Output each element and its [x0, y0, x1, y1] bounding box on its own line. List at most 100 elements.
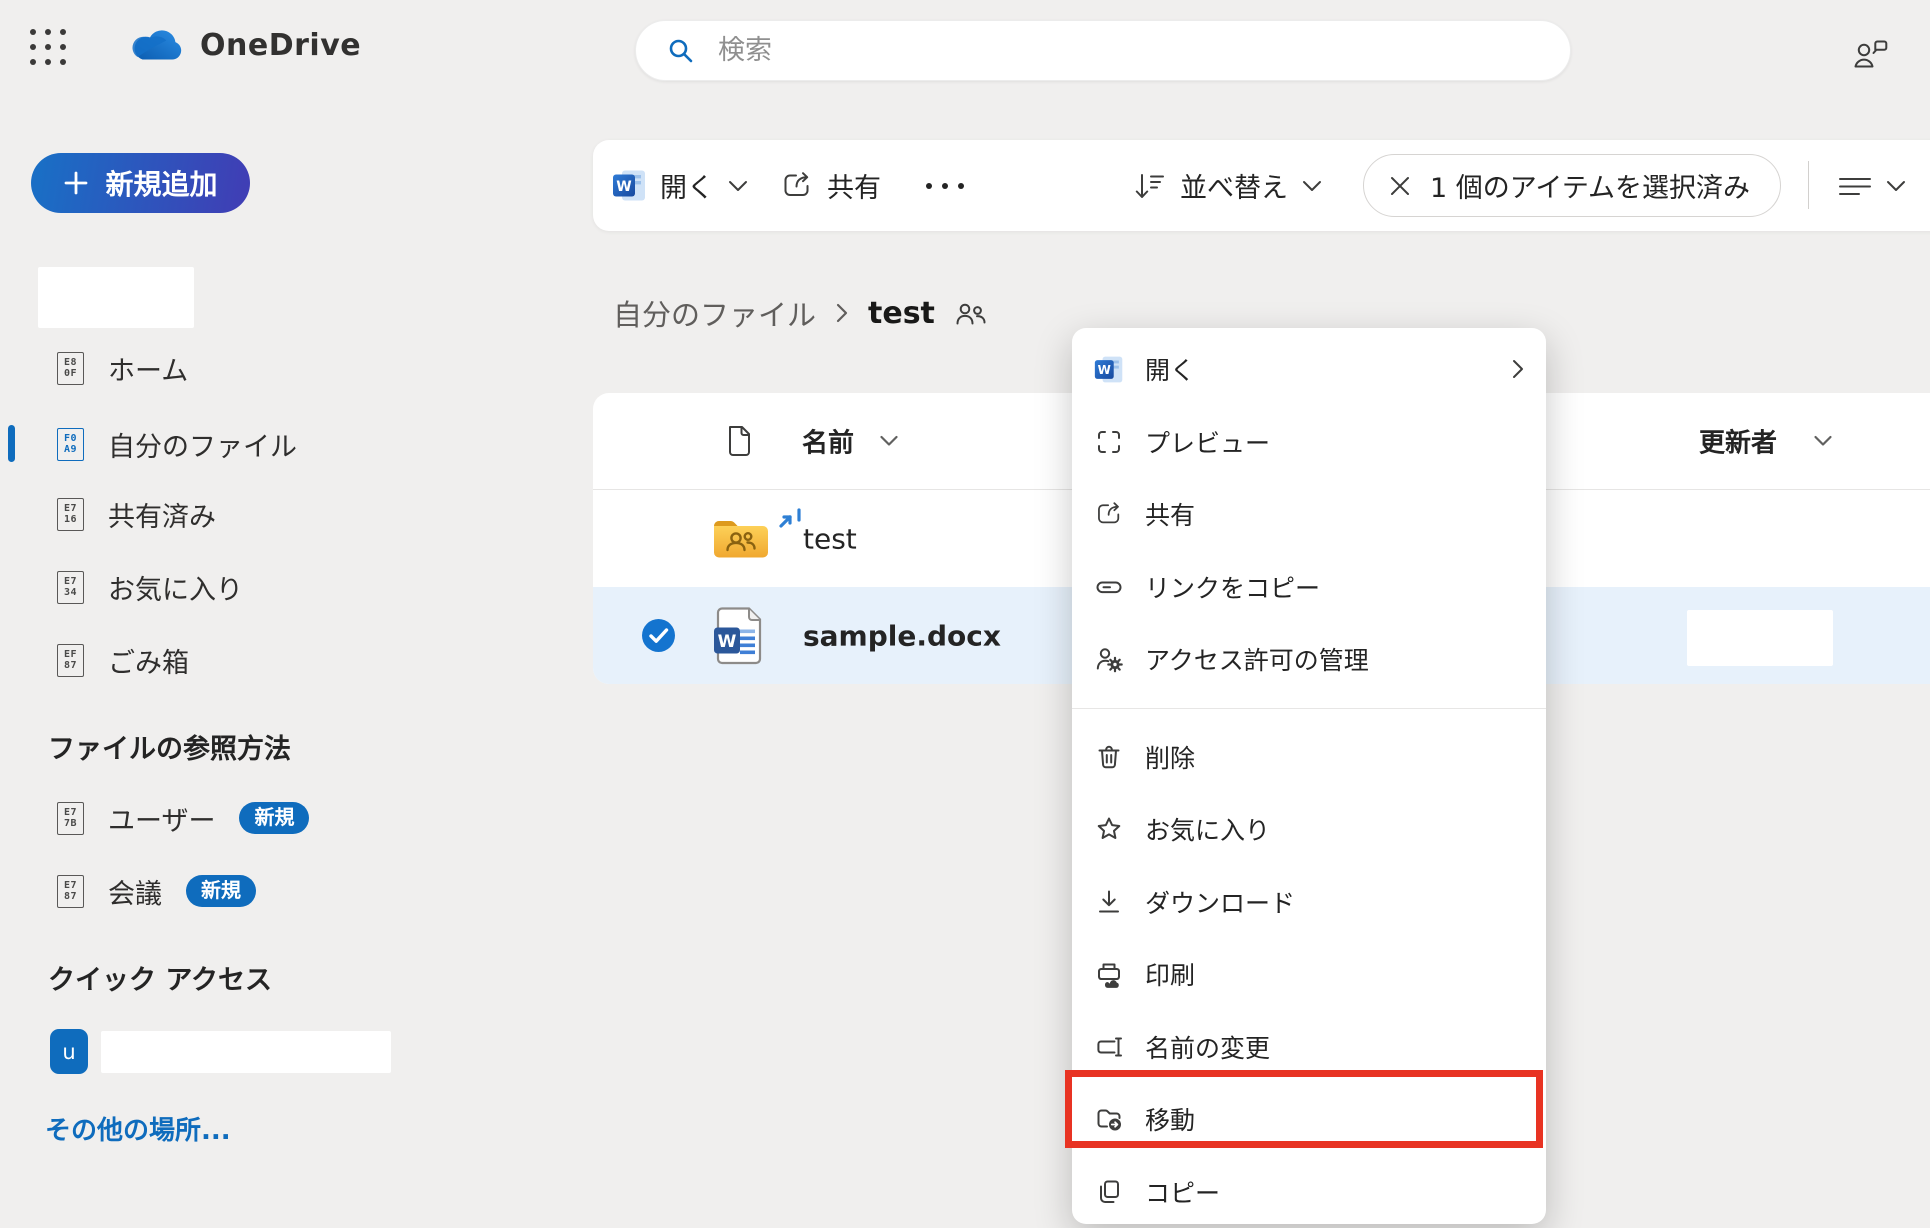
shared-icon: E716: [57, 498, 84, 531]
search-icon: [666, 36, 696, 66]
menu-item-label: 開く: [1145, 351, 1195, 387]
menu-item-copy[interactable]: コピー: [1072, 1156, 1546, 1228]
menu-item-preview[interactable]: プレビュー: [1072, 406, 1546, 479]
more-commands-button[interactable]: [923, 140, 967, 231]
sidebar-item-home[interactable]: E80F ホーム: [57, 346, 188, 390]
app-title: OneDrive: [200, 28, 361, 63]
sidebar-item-shared[interactable]: E716 共有済み: [57, 492, 216, 536]
menu-item-label: プレビュー: [1145, 424, 1270, 460]
menu-item-open[interactable]: W 開く: [1072, 333, 1546, 406]
delete-icon: [1094, 743, 1124, 771]
sort-button[interactable]: 並べ替え: [1133, 140, 1323, 231]
manage-access-icon: [1094, 645, 1124, 673]
download-icon: [1094, 888, 1124, 916]
site-initial: u: [62, 1040, 75, 1064]
menu-item-label: 印刷: [1145, 956, 1195, 992]
menu-item-label: リンクをコピー: [1145, 569, 1320, 605]
toolbar-divider: [1808, 161, 1809, 209]
move-to-folder-icon: [1094, 1105, 1124, 1133]
open-button[interactable]: W 開く: [612, 140, 749, 231]
shared-people-icon: [955, 300, 989, 327]
menu-item-copy-link[interactable]: リンクをコピー: [1072, 551, 1546, 624]
breadcrumb-parent[interactable]: 自分のファイル: [613, 292, 816, 334]
chevron-down-icon: [1885, 179, 1907, 193]
onedrive-cloud-icon: [128, 26, 186, 64]
sidebar-item-label: ホーム: [108, 349, 188, 388]
sidebar-item-label: ユーザー: [108, 799, 215, 838]
app-launcher-icon[interactable]: [26, 25, 70, 69]
document-column-icon: [726, 425, 753, 458]
word-document-icon: W: [709, 606, 768, 666]
selected-check-icon[interactable]: [641, 618, 676, 653]
favorites-icon: E734: [57, 571, 84, 604]
chevron-down-icon: [879, 435, 899, 448]
word-icon: W: [1094, 355, 1124, 384]
column-header-modified-by[interactable]: 更新者: [1699, 423, 1777, 460]
sidebar-item-people[interactable]: E77B ユーザー 新規: [57, 796, 309, 840]
link-icon: [1094, 573, 1124, 601]
quick-access-heading: クイック アクセス: [48, 958, 272, 997]
print-icon: [1094, 960, 1124, 988]
menu-item-label: アクセス許可の管理: [1145, 641, 1369, 677]
copy-icon: [1094, 1178, 1124, 1206]
new-badge: 新規: [186, 875, 256, 907]
rename-icon: [1094, 1033, 1124, 1061]
breadcrumb-current[interactable]: test: [868, 296, 935, 331]
person-feedback-icon[interactable]: [1846, 30, 1894, 78]
menu-item-favorite[interactable]: お気に入り: [1072, 793, 1546, 866]
preview-icon: [1094, 428, 1124, 456]
sort-icon: [1133, 170, 1167, 202]
redacted-modified-by: [1687, 610, 1833, 666]
home-icon: E80F: [57, 352, 84, 385]
share-button[interactable]: 共有: [781, 140, 881, 231]
svg-text:W: W: [616, 179, 631, 195]
sidebar-item-label: 共有済み: [108, 495, 216, 534]
menu-item-delete[interactable]: 削除: [1072, 721, 1546, 794]
chevron-right-icon: [834, 301, 850, 325]
view-options-button[interactable]: [1838, 140, 1907, 231]
shared-folder-icon: [712, 517, 770, 560]
breadcrumb: 自分のファイル test: [613, 290, 989, 336]
submenu-chevron-icon: [1510, 358, 1526, 380]
add-new-button[interactable]: 新規追加: [31, 153, 250, 213]
menu-item-share[interactable]: 共有: [1072, 478, 1546, 551]
menu-item-print[interactable]: 印刷: [1072, 938, 1546, 1011]
recycle-bin-icon: EF87: [57, 644, 84, 677]
menu-item-rename[interactable]: 名前の変更: [1072, 1011, 1546, 1084]
menu-item-label: ダウンロード: [1145, 884, 1295, 920]
share-icon: [1094, 500, 1124, 528]
quick-access-site-tile[interactable]: u: [50, 1029, 88, 1074]
sidebar-item-label: 自分のファイル: [108, 425, 297, 464]
sidebar-item-favorites[interactable]: E734 お気に入り: [57, 565, 243, 609]
menu-item-label: 移動: [1145, 1101, 1195, 1137]
file-name[interactable]: sample.docx: [803, 619, 1001, 652]
svg-text:W: W: [718, 632, 737, 652]
selection-count-pill[interactable]: 1 個のアイテムを選択済み: [1363, 154, 1781, 217]
star-icon: [1094, 815, 1124, 843]
menu-item-manage-access[interactable]: アクセス許可の管理: [1072, 623, 1546, 696]
people-icon: E77B: [57, 802, 84, 835]
menu-item-label: 削除: [1145, 739, 1195, 775]
sidebar-item-label: 会議: [108, 872, 162, 911]
menu-item-label: お気に入り: [1145, 811, 1270, 847]
list-view-icon: [1838, 171, 1872, 201]
browse-files-heading: ファイルの参照方法: [48, 727, 291, 766]
chevron-down-icon: [1301, 179, 1323, 193]
sidebar-item-meetings[interactable]: E787 会議 新規: [57, 869, 256, 913]
more-places-link[interactable]: その他の場所...: [45, 1110, 231, 1147]
svg-text:W: W: [1098, 363, 1111, 377]
clear-selection-icon[interactable]: [1388, 174, 1412, 198]
redacted-account-area: [38, 267, 194, 328]
open-label: 開く: [660, 166, 714, 205]
column-header-name[interactable]: 名前: [802, 423, 854, 460]
menu-item-download[interactable]: ダウンロード: [1072, 866, 1546, 939]
redacted-site-name: [101, 1031, 391, 1073]
sidebar-item-recycle-bin[interactable]: EF87 ごみ箱: [57, 638, 189, 682]
search-input[interactable]: [716, 34, 1558, 67]
command-bar: W 開く 共有 並べ替え: [593, 140, 1930, 231]
sidebar-item-my-files[interactable]: F0A9 自分のファイル: [57, 422, 297, 466]
menu-item-move[interactable]: 移動: [1072, 1083, 1546, 1156]
menu-divider: [1072, 708, 1546, 709]
search-bar[interactable]: [635, 20, 1571, 81]
file-name[interactable]: test: [803, 522, 857, 555]
